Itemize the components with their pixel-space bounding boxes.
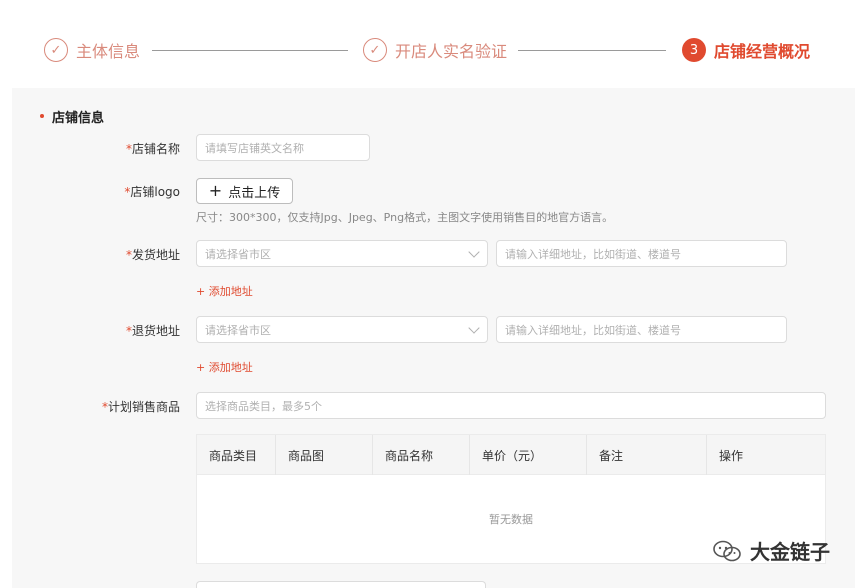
chevron-down-icon — [468, 322, 480, 334]
return-detail-placeholder: 请输入详细地址，比如街道、楼道号 — [505, 323, 681, 337]
ship-address-label-text: 发货地址 — [131, 248, 180, 262]
store-name-label: *店铺名称 — [60, 140, 180, 157]
column-header: 商品图 — [276, 435, 373, 475]
column-header: 商品名称 — [373, 435, 470, 475]
logo-hint: 尺寸：300*300，仅支持Jpg、Jpeg、Png格式，主图文字使用销售目的地… — [196, 211, 614, 224]
add-ship-address-link[interactable]: + 添加地址 — [196, 283, 253, 299]
upload-button-label: 点击上传 — [228, 185, 281, 201]
plan-products-label: *计划销售商品 — [60, 398, 180, 415]
store-info-panel: 店铺信息 *店铺名称 请填写店铺英文名称 *店铺logo + 点击上传 尺寸：3… — [12, 88, 855, 588]
product-category-select[interactable]: 选择商品类目，最多5个 — [196, 392, 826, 419]
return-address-label-text: 退货地址 — [131, 324, 180, 338]
store-name-placeholder: 请填写店铺英文名称 — [205, 141, 304, 155]
ship-region-select[interactable]: 请选择省市区 — [196, 240, 488, 267]
plan-products-label-text: 计划销售商品 — [107, 400, 180, 414]
ship-address-label: *发货地址 — [60, 246, 180, 263]
step-connector — [152, 50, 348, 51]
step-progress: ✓ 主体信息 ✓ 开店人实名验证 3 店铺经营概况 — [0, 0, 865, 88]
check-icon: ✓ — [363, 38, 387, 62]
return-region-select[interactable]: 请选择省市区 — [196, 316, 488, 343]
wechat-icon — [713, 540, 741, 561]
product-category-placeholder: 选择商品类目，最多5个 — [205, 399, 322, 413]
next-field-input[interactable] — [196, 581, 486, 588]
step-2: ✓ 开店人实名验证 — [363, 38, 507, 62]
store-name-input[interactable]: 请填写店铺英文名称 — [196, 134, 370, 161]
watermark-text: 大金链子 — [750, 540, 830, 564]
section-title: 店铺信息 — [52, 111, 105, 126]
ship-region-placeholder: 请选择省市区 — [205, 247, 271, 261]
step-3: 3 店铺经营概况 — [682, 38, 810, 62]
column-header: 操作 — [719, 448, 744, 463]
column-header: 单价（元） — [470, 435, 587, 475]
add-return-address-link[interactable]: + 添加地址 — [196, 359, 253, 375]
column-header: 备注 — [587, 435, 707, 475]
step-connector — [518, 50, 666, 51]
plus-icon: + — [208, 181, 223, 200]
step-number-badge: 3 — [682, 38, 706, 62]
store-logo-label-text: 店铺logo — [130, 185, 180, 199]
ship-detail-input[interactable]: 请输入详细地址，比如街道、楼道号 — [496, 240, 787, 267]
step-1: ✓ 主体信息 — [44, 38, 140, 62]
ship-detail-placeholder: 请输入详细地址，比如街道、楼道号 — [505, 247, 681, 261]
table-header: 商品类目 商品图 商品名称 单价（元） 备注 操作 — [197, 435, 825, 475]
watermark: 大金链子 — [712, 536, 830, 565]
column-header: 商品类目 — [197, 435, 276, 475]
return-address-label: *退货地址 — [60, 322, 180, 339]
return-region-placeholder: 请选择省市区 — [205, 323, 271, 337]
return-detail-input[interactable]: 请输入详细地址，比如街道、楼道号 — [496, 316, 787, 343]
store-name-label-text: 店铺名称 — [131, 142, 180, 156]
section-bullet — [40, 114, 44, 118]
chevron-down-icon — [468, 246, 480, 258]
upload-logo-button[interactable]: + 点击上传 — [196, 178, 293, 204]
store-logo-label: *店铺logo — [60, 183, 180, 200]
step-3-label: 店铺经营概况 — [714, 42, 811, 61]
step-1-label: 主体信息 — [76, 42, 141, 61]
check-icon: ✓ — [44, 38, 68, 62]
step-2-label: 开店人实名验证 — [395, 42, 508, 61]
